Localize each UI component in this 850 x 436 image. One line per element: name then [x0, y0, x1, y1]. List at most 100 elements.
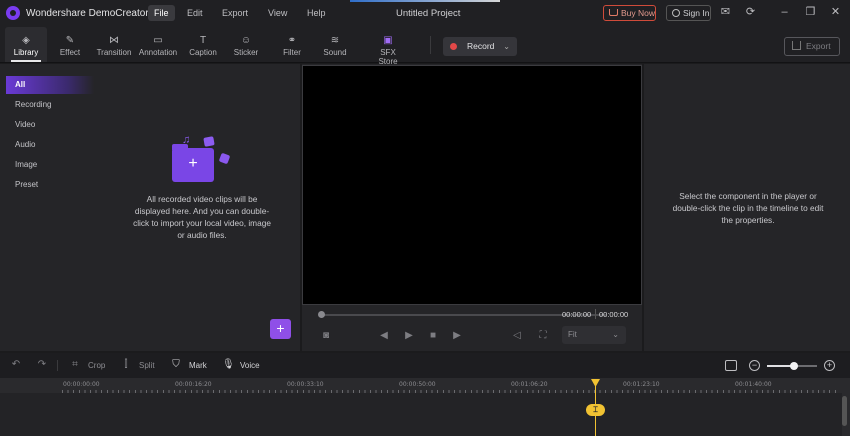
title-accent: [350, 0, 500, 2]
minimize-icon[interactable]: –: [779, 7, 790, 18]
tab-transition-label: Transition: [96, 48, 132, 57]
sync-icon[interactable]: ⟳: [745, 7, 756, 18]
tab-library[interactable]: ◈ Library: [5, 27, 47, 62]
scrub-handle[interactable]: [318, 311, 325, 318]
timeline-track-area[interactable]: [0, 393, 842, 436]
undo-icon[interactable]: ↶: [10, 359, 22, 371]
tab-sound[interactable]: ≋ Sound: [320, 27, 350, 62]
previous-frame-icon[interactable]: ◀: [378, 330, 390, 342]
preview-screen[interactable]: [302, 65, 642, 305]
fit-select[interactable]: Fit ⌄: [562, 326, 626, 344]
crop-icon[interactable]: ⌗: [69, 359, 81, 371]
tab-filter-label: Filter: [283, 48, 301, 57]
tab-caption[interactable]: T Caption: [186, 27, 220, 62]
export-icon: [792, 41, 801, 50]
tab-filter[interactable]: ⚭ Filter: [278, 27, 306, 62]
tab-transition[interactable]: ⋈ Transition: [94, 27, 134, 62]
app-logo-icon: [6, 6, 20, 20]
restore-icon[interactable]: ❐: [805, 7, 816, 18]
caption-icon: T: [199, 35, 207, 46]
buy-now-button[interactable]: Buy Now: [603, 5, 656, 21]
video-tag-icon: [218, 152, 231, 165]
title-bar: Wondershare DemoCreator File Edit Export…: [0, 0, 850, 27]
mark-button[interactable]: Mark: [189, 359, 207, 372]
export-button[interactable]: Export: [784, 37, 840, 56]
menu-edit[interactable]: Edit: [181, 5, 209, 21]
annotation-icon: ▭: [153, 35, 163, 46]
snapshot-icon[interactable]: ◙: [320, 330, 332, 342]
cart-icon: [609, 9, 618, 16]
mark-icon[interactable]: ⛉: [170, 359, 182, 371]
sign-in-label: Sign In: [683, 8, 710, 18]
tab-annotation[interactable]: ▭ Annotation: [137, 27, 179, 62]
properties-panel: Select the component in the player or do…: [644, 64, 850, 351]
play-icon[interactable]: ▶: [403, 330, 415, 342]
split-icon[interactable]: ⫿: [120, 359, 132, 371]
zoom-slider-handle[interactable]: [790, 362, 798, 370]
voice-button[interactable]: Voice: [240, 359, 260, 372]
zoom-out-icon[interactable]: −: [749, 360, 760, 371]
ruler-label: 00:00:00:00: [63, 381, 100, 388]
microphone-icon[interactable]: 🎙: [222, 359, 235, 371]
ruler-label: 00:00:16:20: [175, 381, 212, 388]
timeline-scrollbar[interactable]: [842, 396, 847, 426]
project-title: Untitled Project: [396, 8, 461, 19]
category-audio[interactable]: Audio: [6, 136, 94, 154]
library-categories: All Recording Video Audio Image Preset: [0, 64, 94, 351]
volume-icon[interactable]: ◁: [511, 330, 523, 342]
filter-icon: ⚭: [287, 35, 297, 46]
tab-sfx-store[interactable]: ▣ SFX Store: [370, 27, 406, 66]
timeline-toolbar-divider: [57, 360, 58, 371]
stop-icon[interactable]: ■: [427, 330, 439, 342]
chevron-down-icon[interactable]: ⌄: [503, 37, 510, 56]
timeline-toolbar: ↶ ↷ ⌗ Crop ⫿ Split ⛉ Mark 🎙 Voice − +: [0, 353, 850, 378]
properties-hint: Select the component in the player or do…: [672, 191, 824, 225]
sfx-store-icon: ▣: [383, 35, 393, 46]
category-image[interactable]: Image: [6, 156, 94, 174]
ruler-label: 00:01:06:20: [511, 381, 548, 388]
photo-tag-icon: [203, 136, 215, 147]
timeline: 00:00:00:00 00:00:16:20 00:00:33:10 00:0…: [0, 378, 850, 436]
app-name: Wondershare DemoCreator: [26, 8, 149, 19]
playhead-handle[interactable]: ⌶: [586, 404, 605, 416]
time-ruler[interactable]: 00:00:00:00 00:00:16:20 00:00:33:10 00:0…: [0, 378, 850, 393]
folder-icon: +: [172, 144, 214, 182]
buy-now-label: Buy Now: [621, 8, 656, 18]
add-media-button[interactable]: +: [270, 319, 291, 339]
ruler-label: 00:01:40:00: [735, 381, 772, 388]
menu-help[interactable]: Help: [301, 5, 332, 21]
zoom-in-icon[interactable]: +: [824, 360, 835, 371]
sign-in-button[interactable]: Sign In: [666, 5, 711, 21]
library-panel: All Recording Video Audio Image Preset ♫…: [0, 64, 300, 351]
library-icon: ◈: [22, 35, 30, 46]
effect-icon: ✎: [65, 35, 75, 46]
next-frame-icon[interactable]: ▶: [451, 330, 463, 342]
time-divider: [595, 309, 596, 319]
category-video[interactable]: Video: [6, 116, 94, 134]
tab-sticker[interactable]: ☺ Sticker: [230, 27, 262, 62]
redo-icon[interactable]: ↷: [36, 359, 48, 371]
crop-button[interactable]: Crop: [88, 359, 105, 372]
export-label: Export: [806, 41, 831, 51]
record-icon: [450, 43, 457, 50]
category-recording[interactable]: Recording: [6, 96, 94, 114]
record-label: Record: [467, 41, 495, 51]
mail-icon[interactable]: ✉: [720, 7, 731, 18]
menu-file[interactable]: File: [148, 5, 175, 21]
tab-sound-label: Sound: [323, 48, 347, 57]
toolbar-divider: [430, 36, 431, 54]
record-button[interactable]: Record ⌄: [443, 37, 517, 56]
menu-view[interactable]: View: [262, 5, 293, 21]
user-icon: [672, 9, 680, 17]
fit-select-value: Fit: [568, 330, 577, 339]
tab-effect[interactable]: ✎ Effect: [52, 27, 88, 62]
split-button[interactable]: Split: [139, 359, 155, 372]
empty-library-illustration[interactable]: ♫ +: [160, 134, 232, 186]
category-preset[interactable]: Preset: [6, 176, 94, 194]
category-all[interactable]: All: [6, 76, 94, 94]
tab-annotation-label: Annotation: [138, 48, 178, 57]
close-icon[interactable]: ✕: [830, 7, 841, 18]
fullscreen-icon[interactable]: ⛶: [537, 330, 549, 342]
fit-timeline-icon[interactable]: [725, 360, 737, 371]
menu-export[interactable]: Export: [216, 5, 254, 21]
